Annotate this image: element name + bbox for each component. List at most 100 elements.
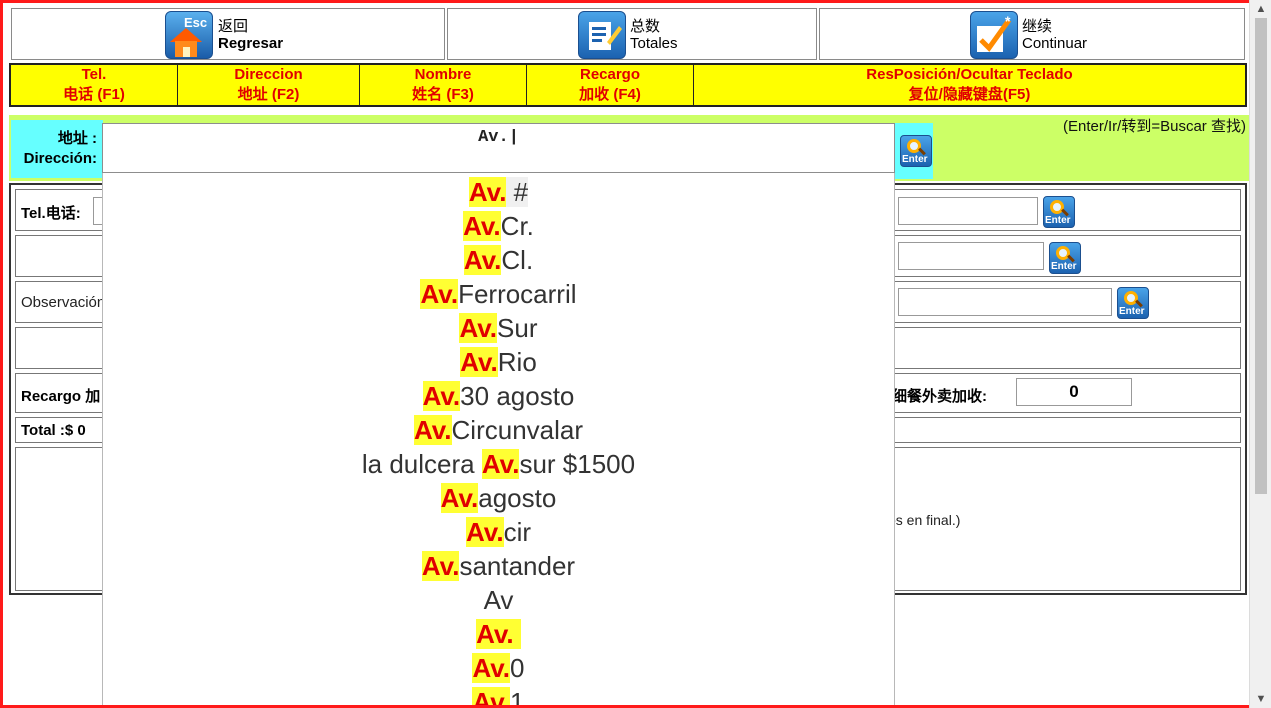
suggestion-match: Av. (468, 177, 507, 207)
suggestion-item[interactable]: Av.santander (103, 549, 894, 583)
suggestion-match: Av. (472, 653, 511, 683)
suggestion-prefix: la dulcera (361, 449, 482, 479)
key-nombre-cn: 姓名 (F3) (412, 86, 474, 103)
tel-input-right[interactable] (898, 197, 1038, 225)
key-direccion-cn: 地址 (F2) (237, 86, 300, 103)
suggestion-text: 30 agosto (460, 381, 575, 411)
suggestion-item[interactable]: Av. (103, 617, 894, 651)
address-label: 地址 : Dirección: (11, 120, 103, 178)
key-reset-es: ResPosición/Ocultar Teclado (866, 66, 1073, 83)
suggestion-item[interactable]: la dulcera Av.sur $1500 (103, 447, 894, 481)
search-hint: (Enter/Ir/转到=Buscar 查找) (1063, 118, 1246, 135)
key-reset-cn: 复位/隐藏键盘(F5) (908, 86, 1031, 103)
back-button[interactable]: Esc 返回 Regresar (11, 8, 445, 60)
key-nombre[interactable]: Nombre 姓名 (F3) (360, 65, 527, 105)
scrollbar-thumb[interactable] (1255, 18, 1267, 494)
observation-label: Observación (21, 294, 106, 311)
app-frame: Esc 返回 Regresar 总数 Totales * 继续 Continua… (0, 0, 1271, 708)
totals-button[interactable]: 总数 Totales (447, 8, 817, 60)
final-note: os en final.) (888, 512, 961, 528)
vertical-scrollbar[interactable]: ▲ ▼ (1249, 0, 1271, 708)
key-recargo-cn: 加收 (F4) (579, 86, 641, 103)
suggestion-text: Sur (497, 313, 538, 343)
suggestion-item[interactable]: Av.Ferrocarril (103, 277, 894, 311)
continue-button[interactable]: * 继续 Continuar (819, 8, 1245, 60)
recargo-label: Recargo 加 (21, 388, 101, 405)
recargo-value[interactable]: 0 (1016, 378, 1132, 406)
totals-label-es: Totales (630, 35, 678, 52)
suggestion-item[interactable]: Av.Circunvalar (103, 413, 894, 447)
suggestion-match: Av. (422, 381, 461, 411)
suggestion-item[interactable]: Av.Cr. (103, 209, 894, 243)
suggestion-match: Av. (472, 687, 511, 705)
suggestion-text: Circunvalar (451, 415, 584, 445)
suggestion-item[interactable]: Av (103, 583, 894, 617)
enter-text: Enter (1051, 261, 1077, 272)
back-label-es: Regresar (218, 35, 284, 52)
key-direccion[interactable]: Direccion 地址 (F2) (178, 65, 360, 105)
suggestion-text: Cr. (500, 211, 534, 241)
suggestion-text: Cl. (501, 245, 534, 275)
scroll-up-icon[interactable]: ▲ (1250, 0, 1271, 18)
key-nombre-es: Nombre (414, 66, 472, 83)
suggestion-text: 0 (510, 653, 525, 683)
key-recargo[interactable]: Recargo 加收 (F4) (527, 65, 694, 105)
tel-search-button[interactable]: Enter (1043, 196, 1075, 228)
suggestion-match: Av. (463, 211, 501, 241)
back-label-cn: 返回 (218, 18, 249, 35)
name-search-button[interactable]: Enter (1049, 242, 1081, 274)
scroll-down-icon[interactable]: ▼ (1250, 690, 1271, 708)
suggestion-match: Av. (420, 279, 459, 309)
suggestion-match: Av. (459, 313, 498, 343)
svg-text:Esc: Esc (184, 15, 207, 30)
observation-input[interactable] (898, 288, 1112, 316)
suggestion-item[interactable]: Av.Sur (103, 311, 894, 345)
address-label-es: Dirección: (23, 150, 97, 167)
address-search-button[interactable]: Enter (900, 135, 932, 167)
key-recargo-es: Recargo (579, 66, 641, 83)
recargo-cn-label: 细餐外卖加收: (892, 388, 987, 405)
esc-home-icon: Esc (165, 11, 213, 59)
suggestion-text: Av (483, 585, 514, 615)
suggestion-text: santander (459, 551, 576, 581)
suggestion-match: Av. (476, 619, 521, 649)
address-label-cn: 地址 : (57, 130, 97, 147)
continue-label-cn: 继续 (1022, 18, 1053, 35)
address-input[interactable]: Av.| (102, 123, 895, 173)
suggestion-match: Av. (465, 517, 504, 547)
key-tel-cn: 电话 (F1) (63, 86, 125, 103)
suggestion-text: sur $1500 (519, 449, 636, 479)
address-suggestions: Av. # Av.Cr. Av.Cl. Av.Ferrocarril Av.Su… (102, 173, 895, 708)
suggestion-text: # (506, 177, 529, 207)
suggestion-match: Av. (481, 449, 520, 479)
continue-label-es: Continuar (1022, 35, 1088, 52)
checkmark-icon: * (970, 11, 1018, 59)
suggestion-item[interactable]: Av.Rio (103, 345, 894, 379)
suggestion-item[interactable]: Av.30 agosto (103, 379, 894, 413)
suggestion-match: Av. (440, 483, 479, 513)
key-reset-keyboard[interactable]: ResPosición/Ocultar Teclado 复位/隐藏键盘(F5) (694, 65, 1245, 105)
suggestion-text: cir (503, 517, 531, 547)
suggestion-item[interactable]: Av.agosto (103, 481, 894, 515)
suggestion-item[interactable]: Av.1 (103, 685, 894, 708)
name-input[interactable] (898, 242, 1044, 270)
totals-label-cn: 总数 (630, 18, 661, 35)
suggestion-item[interactable]: Av.Cl. (103, 243, 894, 277)
suggestion-match: Av. (413, 415, 452, 445)
observation-search-button[interactable]: Enter (1117, 287, 1149, 319)
suggestion-text: 1 (510, 687, 525, 708)
key-direccion-es: Direccion (234, 66, 303, 83)
suggestion-item[interactable]: Av. # (103, 175, 894, 209)
suggestion-item[interactable]: Av.0 (103, 651, 894, 685)
enter-text: Enter (1119, 306, 1145, 317)
key-tel[interactable]: Tel. 电话 (F1) (11, 65, 178, 105)
suggestion-item[interactable]: Av.cir (103, 515, 894, 549)
suggestion-text: Ferrocarril (458, 279, 577, 309)
tel-label: Tel.电话: (21, 205, 81, 222)
suggestion-match: Av. (463, 245, 502, 275)
notepad-icon (578, 11, 626, 59)
suggestion-match: Av. (460, 347, 498, 377)
total-label: Total :$ 0 (21, 422, 86, 439)
svg-text:*: * (1005, 13, 1011, 29)
enter-text: Enter (1045, 215, 1071, 226)
